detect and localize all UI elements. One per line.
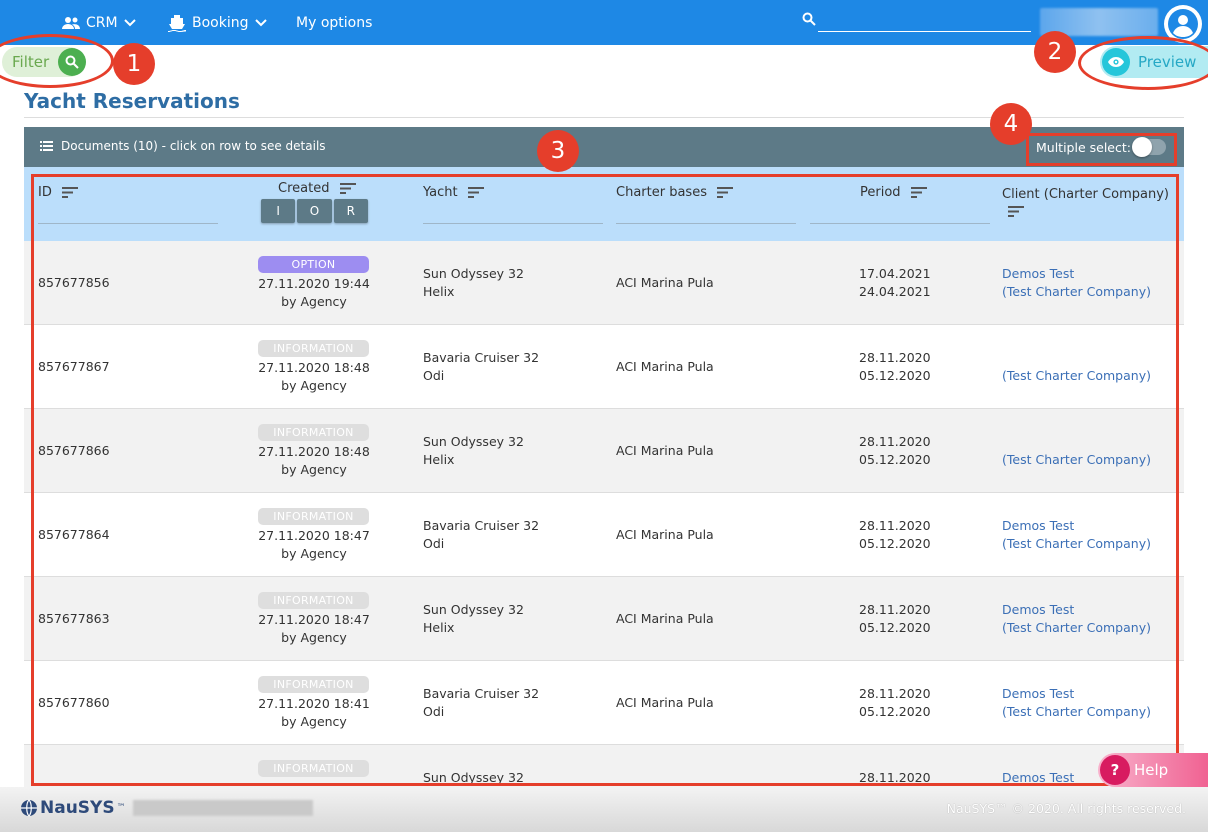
help-question-icon: ?	[1100, 755, 1130, 785]
list-icon	[40, 141, 53, 151]
help-button[interactable]: ? Help	[1098, 753, 1208, 787]
nav-my-options[interactable]: My options	[296, 0, 372, 45]
footer: NauSYS ™ NauSYS™ © 2020. All rights reser…	[0, 787, 1208, 832]
annotation-marker-4: 4	[990, 103, 1032, 145]
people-icon	[62, 16, 80, 29]
ship-icon	[168, 14, 186, 32]
search-icon	[802, 12, 816, 26]
annotation-marker-1: 1	[113, 43, 155, 85]
logo-text: NauSYS	[40, 798, 115, 818]
documents-heading: Documents (10) - click on row to see det…	[40, 139, 326, 153]
annotation-marker-2: 2	[1034, 31, 1076, 73]
account-circle-icon	[1168, 9, 1198, 39]
nav-booking[interactable]: Booking	[168, 0, 267, 45]
top-navbar: CRM Booking My options	[0, 0, 1208, 45]
nav-crm-label: CRM	[86, 14, 118, 31]
footer-redacted	[133, 800, 313, 816]
nav-booking-label: Booking	[192, 14, 249, 31]
search-box	[800, 10, 1032, 34]
chevron-down-icon	[254, 18, 267, 26]
nav-my-options-label: My options	[296, 14, 373, 31]
globe-logo-icon	[21, 799, 37, 817]
logo-tm: ™	[116, 803, 126, 813]
annotation-ellipse-1	[0, 34, 114, 88]
chevron-down-icon	[123, 18, 136, 26]
annotation-rect-4	[1026, 133, 1177, 166]
annotation-rect-3	[31, 174, 1179, 786]
help-label: Help	[1134, 761, 1169, 779]
copyright-text: NauSYS™ © 2020. All rights reserved.	[946, 801, 1186, 816]
nausys-logo: NauSYS ™	[20, 798, 126, 818]
search-input[interactable]	[818, 10, 1031, 32]
documents-count-label: Documents (10) - click on row to see det…	[61, 139, 326, 153]
page-title: Yacht Reservations	[24, 89, 240, 113]
annotation-ellipse-2	[1078, 36, 1208, 90]
annotation-marker-3: 3	[537, 130, 579, 172]
